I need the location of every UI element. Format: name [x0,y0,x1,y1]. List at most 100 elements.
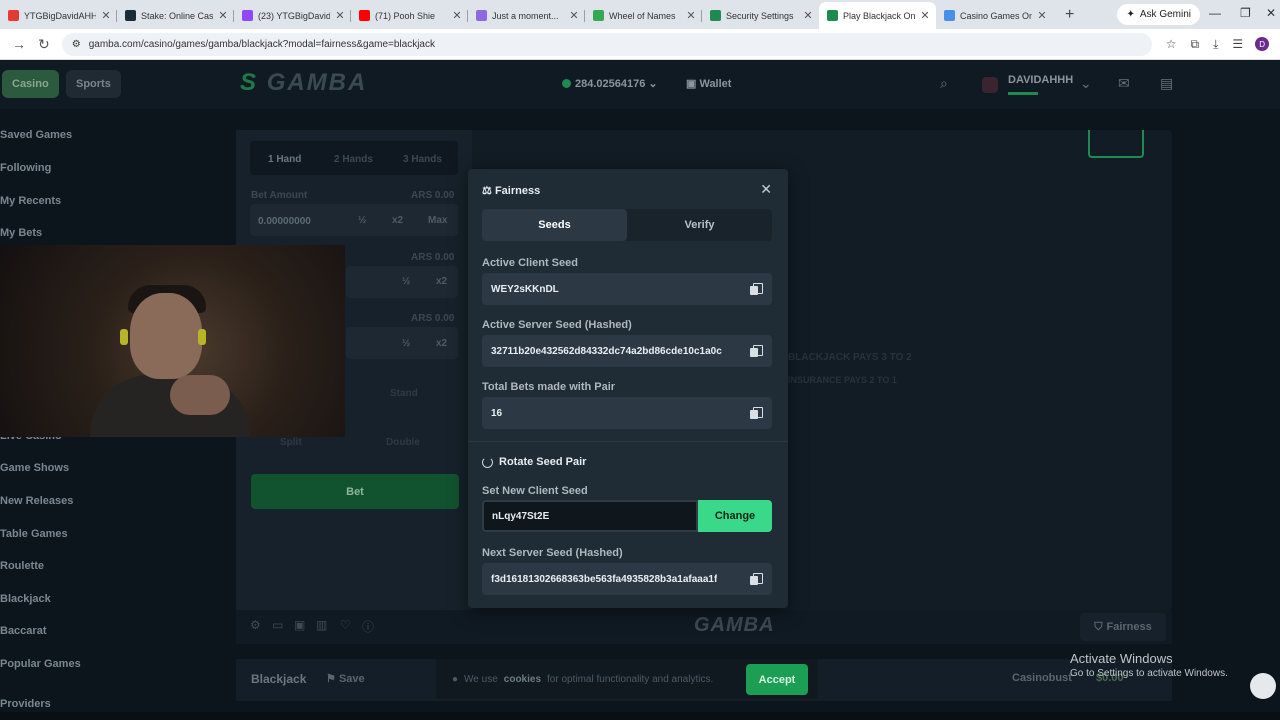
save-game-button[interactable]: ⚑ Save [326,672,365,685]
half-button[interactable]: ½ [402,276,410,287]
tab-close-icon[interactable]: ✕ [920,9,930,22]
tab-close-icon[interactable]: ✕ [335,9,345,22]
tab-favicon-icon [827,10,838,21]
stats-icon[interactable]: ▥ [316,618,327,632]
new-tab-button[interactable]: + [1065,6,1074,24]
active-client-seed-label: Active Client Seed [482,257,578,269]
browser-tab[interactable]: Security Settings ✕ [702,2,819,29]
close-icon[interactable]: ✕ [760,181,772,198]
tab-3-hands[interactable]: 3 Hands [403,154,442,165]
new-client-seed-input[interactable]: nLqy47St2E [482,500,698,532]
active-client-seed-field[interactable]: WEY2sKKnDL [482,273,772,305]
gamba-logo[interactable]: S GAMBA [240,69,367,97]
sidebar-item-new-releases[interactable]: New Releases [0,495,73,507]
chat-icon[interactable]: ▤ [1160,75,1173,92]
chevron-down-icon[interactable]: ⌄ [1080,75,1092,92]
double-button[interactable]: x2 [436,276,447,287]
sidebar-item-my-bets[interactable]: My Bets [0,227,42,239]
sidebar-item-game-shows[interactable]: Game Shows [0,462,69,474]
url-field[interactable]: ⚙ gamba.com/casino/games/gamba/blackjack… [61,32,1152,56]
site-info-icon[interactable]: ⚙ [72,39,81,50]
half-button[interactable]: ½ [402,338,410,349]
browser-tab[interactable]: YTGBigDavidAHHH ✕ [0,2,117,29]
profile-avatar[interactable]: D [1255,37,1270,51]
favourite-heart-icon[interactable]: ♡ [340,618,351,632]
browser-tab-active[interactable]: Play Blackjack Onl ✕ [819,2,936,29]
copy-icon[interactable] [750,407,763,419]
sidebar-item-saved-games[interactable]: Saved Games [0,129,72,141]
sports-tab[interactable]: Sports [66,70,121,98]
notifications-icon[interactable]: ✉ [1118,75,1130,92]
sidebar-item-roulette[interactable]: Roulette [0,560,44,572]
casino-tab[interactable]: Casino [2,70,59,98]
tab-2-hands[interactable]: 2 Hands [334,154,373,165]
reload-icon[interactable]: ↻ [38,36,50,53]
total-bets-field[interactable]: 16 [482,397,772,429]
tab-close-icon[interactable]: ✕ [569,9,579,22]
sidebar-item-my-recents[interactable]: My Recents [0,195,61,207]
fairness-button[interactable]: ⛉ Fairness [1080,613,1166,641]
bet-button[interactable]: Bet [251,474,459,509]
settings-icon[interactable]: ⚙ [250,618,261,632]
forward-icon[interactable]: → [12,36,26,52]
avatar[interactable] [982,77,998,93]
tab-1-hand[interactable]: 1 Hand [268,154,301,165]
tab-close-icon[interactable]: ✕ [686,9,696,22]
browser-tab[interactable]: Stake: Online Casino ✕ [117,2,234,29]
theatre-mode-icon[interactable]: ▭ [272,618,283,632]
copy-icon[interactable] [750,283,763,295]
tab-close-icon[interactable]: ✕ [803,9,813,22]
tab-seeds[interactable]: Seeds [482,209,627,241]
split-button[interactable]: Split [280,437,302,448]
copy-icon[interactable] [750,345,763,357]
sidebar-item-table-games[interactable]: Table Games [0,528,68,540]
cookie-link[interactable]: cookies [504,674,541,685]
wallet-label: Wallet [699,78,732,90]
double-button[interactable]: x2 [392,215,403,226]
sidebar-item-popular-games[interactable]: Popular Games [0,658,81,670]
tab-verify[interactable]: Verify [627,209,772,241]
browser-tab[interactable]: (23) YTGBigDavidA ✕ [234,2,351,29]
half-button[interactable]: ½ [358,215,366,226]
tab-close-icon[interactable]: ✕ [1037,9,1047,22]
close-window-icon[interactable]: ✕ [1266,6,1276,20]
browser-tab[interactable]: Wheel of Names ✕ [585,2,702,29]
change-seed-button[interactable]: Change [698,500,772,532]
tab-close-icon[interactable]: ✕ [101,9,111,22]
sidebar-item-following[interactable]: Following [0,162,51,174]
tab-close-icon[interactable]: ✕ [218,9,228,22]
support-chat-button[interactable] [1250,673,1276,699]
tab-favicon-icon [476,10,487,21]
browser-tab[interactable]: Casino Games Onl ✕ [936,2,1053,29]
active-server-seed-field[interactable]: 32711b20e432562d84332dc74a2bd86cde10c1a0… [482,335,772,367]
double-action-button[interactable]: Double [386,437,420,448]
username[interactable]: DAVIDAHHH [1008,74,1073,86]
balance-display[interactable]: 284.02564176 ⌄ [562,77,658,90]
sidebar-item-baccarat[interactable]: Baccarat [0,625,46,637]
cookie-text-pre: We use [464,673,498,685]
wallet-button[interactable]: ▣ Wallet [686,77,731,90]
stand-button[interactable]: Stand [390,388,418,399]
modal-divider [468,441,788,442]
cookie-icon: ● [452,673,459,685]
copy-icon[interactable] [750,573,763,585]
next-server-seed-field[interactable]: f3d16181302668363be563fa4935828b3a1afaaa… [482,563,772,595]
browser-tab[interactable]: (71) Pooh Shie ✕ [351,2,468,29]
maximize-icon[interactable]: ❐ [1240,6,1251,20]
reading-list-icon[interactable]: ☰ [1232,37,1243,51]
info-icon[interactable]: ⓘ [362,618,374,635]
ask-gemini-button[interactable]: ✦ Ask Gemini [1117,4,1200,25]
fullscreen-icon[interactable]: ▣ [294,618,305,632]
minimize-icon[interactable]: — [1209,6,1221,20]
search-icon[interactable]: ⌕ [940,75,948,92]
sidebar-item-providers[interactable]: Providers [0,698,51,710]
download-icon[interactable]: ⤓ [1213,37,1218,52]
accept-cookies-button[interactable]: Accept [746,664,808,695]
double-button[interactable]: x2 [436,338,447,349]
tab-close-icon[interactable]: ✕ [452,9,462,22]
max-button[interactable]: Max [428,215,447,226]
extensions-icon[interactable]: ⧉ [1191,37,1200,52]
sidebar-item-blackjack[interactable]: Blackjack [0,593,51,605]
browser-tab[interactable]: Just a moment... ✕ [468,2,585,29]
bookmark-star-icon[interactable]: ☆ [1166,37,1177,51]
